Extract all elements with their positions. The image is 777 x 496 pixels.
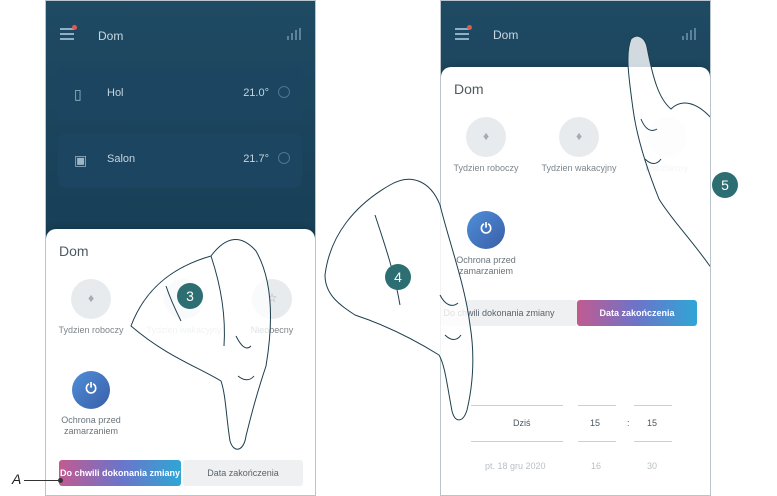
mode-sheet: Dom ♦ Tydzien roboczy ♦ Tydzien wakacyjn… [46, 229, 315, 495]
room-name: Hol [107, 87, 124, 99]
mode-holiday[interactable]: ♦ Tydzien wakacyjny [534, 117, 624, 174]
frost-label: Ochrona przed zamarzaniem [61, 415, 121, 436]
notification-dot-icon [72, 25, 77, 30]
top-bar: Dom [441, 1, 710, 65]
end-date-button[interactable]: Data zakończenia [183, 460, 303, 486]
step-badge: 5 [712, 172, 738, 198]
picker-separator: : [627, 418, 630, 428]
mode-away[interactable]: Nieobecny [622, 117, 710, 174]
chevron-right-icon [278, 86, 290, 98]
room-card-salon[interactable]: ▣ Salon 21.7° [58, 133, 302, 188]
sheet-title: Dom [454, 81, 484, 97]
mode-label: Nieobecny [250, 325, 294, 335]
picker-minute-selected[interactable]: 15 [647, 418, 657, 428]
power-icon: ⏻ [467, 211, 505, 249]
mode-sheet: Dom ♦ Tydzien roboczy ♦ Tydzien wakacyjn… [441, 67, 710, 495]
notification-dot-icon [467, 25, 472, 30]
room-temperature: 21.0° [243, 87, 269, 99]
phone-screen-right: Dom Dom ♦ Tydzien roboczy ♦ Tydzien waka… [440, 0, 711, 496]
phone-screen-left: Dom ▯ Hol 21.0° ▣ Salon 21.7° Dom ♦ Tydz… [45, 0, 316, 496]
mode-label: Nieobecny [645, 163, 689, 173]
callout-line [24, 480, 60, 481]
picker-date-selected[interactable]: Dziś [513, 418, 531, 428]
until-change-button[interactable]: Do chwili dokonania zmiany [59, 460, 181, 486]
picker-line [471, 441, 563, 442]
mode-weekday[interactable]: ♦ Tydzien roboczy [46, 279, 136, 336]
flame-icon: ♦ [466, 117, 506, 157]
mode-frost-protection[interactable]: ⏻ Ochrona przed zamarzaniem [46, 371, 136, 437]
mode-weekday[interactable]: ♦ Tydzien roboczy [441, 117, 531, 174]
mode-label: Tydzien roboczy [58, 325, 124, 335]
top-bar: Dom [46, 1, 315, 65]
room-name: Salon [107, 153, 136, 165]
chevron-right-icon [278, 152, 290, 164]
menu-icon[interactable] [60, 28, 74, 40]
power-icon: ⏻ [72, 371, 110, 409]
mode-frost-protection[interactable]: ⏻ Ochrona przed zamarzaniem [441, 211, 531, 277]
picker-minute-next[interactable]: 30 [647, 461, 657, 471]
callout-dot [58, 478, 63, 483]
header-title: Dom [98, 29, 124, 43]
mode-away[interactable]: ☆ Nieobecny [227, 279, 315, 336]
flame-icon: ♦ [71, 279, 111, 319]
door-icon: ▯ [74, 86, 82, 102]
sheet-title: Dom [59, 243, 89, 259]
signal-icon [287, 28, 301, 40]
menu-icon[interactable] [455, 28, 469, 40]
picker-hour-selected[interactable]: 15 [590, 418, 600, 428]
picker-date-next[interactable]: pt. 18 gru 2020 [485, 461, 546, 471]
sofa-icon: ▣ [74, 152, 88, 168]
callout-label: A [12, 471, 22, 487]
picker-line [634, 441, 672, 442]
signal-icon [682, 28, 696, 40]
walking-person-icon [647, 117, 687, 157]
mode-label: Tydzien roboczy [453, 163, 519, 173]
mode-label: Tydzien wakacyjny [146, 325, 222, 335]
picker-line [578, 405, 616, 406]
header-title: Dom [493, 28, 519, 42]
end-date-button[interactable]: Data zakończenia [577, 300, 697, 326]
step-badge: 3 [177, 283, 203, 309]
frost-label: Ochrona przed zamarzaniem [456, 255, 516, 276]
picker-line [634, 405, 672, 406]
walking-person-icon: ☆ [252, 279, 292, 319]
room-temperature: 21.7° [243, 153, 269, 165]
room-card-hol[interactable]: ▯ Hol 21.0° [58, 67, 302, 122]
mode-label: Tydzien wakacyjny [541, 163, 617, 173]
picker-hour-next[interactable]: 16 [591, 461, 601, 471]
until-change-button[interactable]: Do chwili dokonania zmiany [441, 300, 577, 326]
picker-line [578, 441, 616, 442]
picker-line [471, 405, 563, 406]
step-badge: 4 [385, 264, 411, 290]
flame-icon: ♦ [559, 117, 599, 157]
